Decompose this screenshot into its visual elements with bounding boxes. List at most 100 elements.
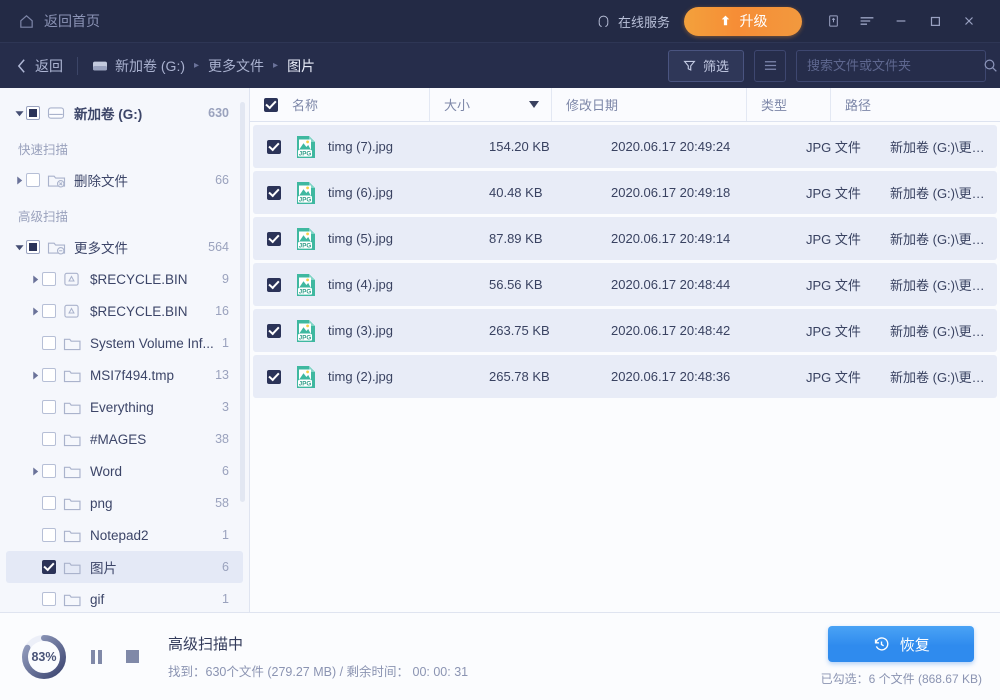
column-header-size[interactable]: 大小 — [430, 88, 552, 121]
breadcrumb-item-pictures[interactable]: 图片 — [287, 56, 315, 76]
table-row[interactable]: JPGtimg (4).jpg56.56 KB2020.06.17 20:48:… — [253, 263, 997, 306]
sidebar-item-0-0[interactable]: 删除文件66 — [6, 164, 243, 196]
search-input[interactable] — [807, 58, 983, 73]
column-header-name[interactable]: 名称 — [250, 88, 430, 121]
table-row[interactable]: JPGtimg (5).jpg87.89 KB2020.06.17 20:49:… — [253, 217, 997, 260]
tree-node-checkbox[interactable] — [42, 496, 56, 510]
close-button[interactable] — [952, 4, 986, 38]
tree-expand-caret[interactable] — [28, 275, 42, 284]
tree-node-checkbox[interactable] — [26, 240, 40, 254]
search-icon[interactable] — [983, 58, 998, 73]
online-service-button[interactable]: 在线服务 — [596, 12, 670, 31]
tree-node-checkbox[interactable] — [42, 592, 56, 606]
stop-button[interactable] — [122, 647, 142, 667]
sidebar-item-1-3[interactable]: System Volume Inf...1 — [6, 327, 243, 359]
upgrade-button[interactable]: 升级 — [684, 7, 802, 36]
sidebar-item-1-6[interactable]: #MAGES38 — [6, 423, 243, 455]
sidebar-scrollbar[interactable] — [240, 102, 245, 502]
breadcrumb-label-2: 图片 — [287, 56, 315, 76]
svg-text:JPG: JPG — [299, 196, 312, 203]
sidebar-item-1-7[interactable]: Word6 — [6, 455, 243, 487]
folder-icon — [63, 432, 82, 447]
cell-name: JPGtimg (7).jpg — [295, 135, 475, 159]
column-header-type[interactable]: 类型 — [747, 88, 831, 121]
row-checkbox[interactable] — [253, 186, 295, 200]
tree-node-checkbox[interactable] — [26, 106, 40, 120]
row-checkbox[interactable] — [253, 232, 295, 246]
cell-size: 40.48 KB — [475, 185, 597, 200]
row-checkbox[interactable] — [253, 324, 295, 338]
sidebar-item-1-9[interactable]: Notepad21 — [6, 519, 243, 551]
back-button[interactable]: 返回 — [16, 56, 63, 76]
menu-button[interactable] — [850, 4, 884, 38]
sidebar-item-1-4[interactable]: MSI7f494.tmp13 — [6, 359, 243, 391]
tree-node-checkbox[interactable] — [42, 272, 56, 286]
tree-expand-caret[interactable] — [28, 307, 42, 316]
folder-icon — [63, 464, 82, 479]
tree-node-label: Word — [90, 464, 214, 479]
column-header-date[interactable]: 修改日期 — [552, 88, 747, 121]
tree-node-checkbox[interactable] — [42, 528, 56, 542]
file-name-label: timg (2).jpg — [328, 369, 393, 384]
sidebar-item-1-11[interactable]: gif1 — [6, 583, 243, 612]
table-row[interactable]: JPGtimg (2).jpg265.78 KB2020.06.17 20:48… — [253, 355, 997, 398]
tree-node-checkbox[interactable] — [42, 368, 56, 382]
search-box[interactable] — [796, 50, 986, 82]
back-label: 返回 — [35, 56, 63, 76]
tree-expand-caret[interactable] — [12, 243, 26, 252]
app-window: 返回首页 在线服务 升级 — [0, 0, 1000, 700]
column-header-path[interactable]: 路径 — [831, 88, 1000, 121]
tree-node-label: 更多文件 — [74, 237, 200, 257]
table-row[interactable]: JPGtimg (6).jpg40.48 KB2020.06.17 20:49:… — [253, 171, 997, 214]
recover-label: 恢复 — [900, 634, 930, 655]
tree-node-checkbox[interactable] — [42, 400, 56, 414]
sidebar-item-1-8[interactable]: png58 — [6, 487, 243, 519]
recover-button[interactable]: 恢复 — [828, 626, 974, 662]
table-row[interactable]: JPGtimg (3).jpg263.75 KB2020.06.17 20:48… — [253, 309, 997, 352]
row-checkbox-box — [267, 278, 281, 292]
view-toggle-button[interactable] — [754, 50, 786, 82]
cell-type: JPG 文件 — [792, 275, 876, 294]
tree-expand-caret[interactable] — [12, 109, 26, 118]
table-row[interactable]: JPGtimg (7).jpg154.20 KB2020.06.17 20:49… — [253, 125, 997, 168]
tree-node-checkbox[interactable] — [26, 173, 40, 187]
maximize-button[interactable] — [918, 4, 952, 38]
pause-button[interactable] — [86, 647, 106, 667]
tree-node-checkbox[interactable] — [42, 560, 56, 574]
minimize-button[interactable] — [884, 4, 918, 38]
scan-controls — [86, 647, 142, 667]
cell-size: 265.78 KB — [475, 369, 597, 384]
sidebar-item-1-10[interactable]: 图片6 — [6, 551, 243, 583]
row-checkbox[interactable] — [253, 370, 295, 384]
cell-date: 2020.06.17 20:48:36 — [597, 369, 792, 384]
breadcrumb-label-1: 更多文件 — [208, 56, 264, 76]
select-all-checkbox[interactable] — [250, 88, 292, 121]
breadcrumb-item-drive[interactable]: 新加卷 (G:) — [92, 56, 185, 76]
tree-node-checkbox[interactable] — [42, 336, 56, 350]
row-checkbox-box — [267, 370, 281, 384]
pin-button[interactable] — [816, 4, 850, 38]
sidebar-item-1-2[interactable]: $RECYCLE.BIN16 — [6, 295, 243, 327]
tree-expand-caret[interactable] — [28, 467, 42, 476]
title-bar: 返回首页 在线服务 升级 — [0, 0, 1000, 42]
tree-node-checkbox[interactable] — [42, 432, 56, 446]
sidebar-item-1-0[interactable]: 更多文件564 — [6, 231, 243, 263]
sidebar-item-1-1[interactable]: $RECYCLE.BIN9 — [6, 263, 243, 295]
breadcrumb-item-morefiles[interactable]: 更多文件 — [208, 56, 264, 76]
cell-path: 新加卷 (G:)\更多文件... — [876, 321, 997, 340]
tree-node-checkbox[interactable] — [42, 304, 56, 318]
cell-name: JPGtimg (5).jpg — [295, 227, 475, 251]
row-checkbox[interactable] — [253, 140, 295, 154]
sidebar-item-1-5[interactable]: Everything3 — [6, 391, 243, 423]
row-checkbox[interactable] — [253, 278, 295, 292]
tree-expand-caret[interactable] — [28, 371, 42, 380]
cell-date: 2020.06.17 20:48:44 — [597, 277, 792, 292]
sidebar-root-drive[interactable]: 新加卷 (G:)630 — [6, 97, 243, 129]
filter-button[interactable]: 筛选 — [668, 50, 744, 82]
tree-node-checkbox[interactable] — [42, 464, 56, 478]
row-checkbox-box — [267, 324, 281, 338]
tree-expand-caret[interactable] — [12, 176, 26, 185]
tree-node-label: 删除文件 — [74, 170, 207, 190]
home-button[interactable]: 返回首页 — [18, 11, 100, 31]
cell-name: JPGtimg (3).jpg — [295, 319, 475, 343]
